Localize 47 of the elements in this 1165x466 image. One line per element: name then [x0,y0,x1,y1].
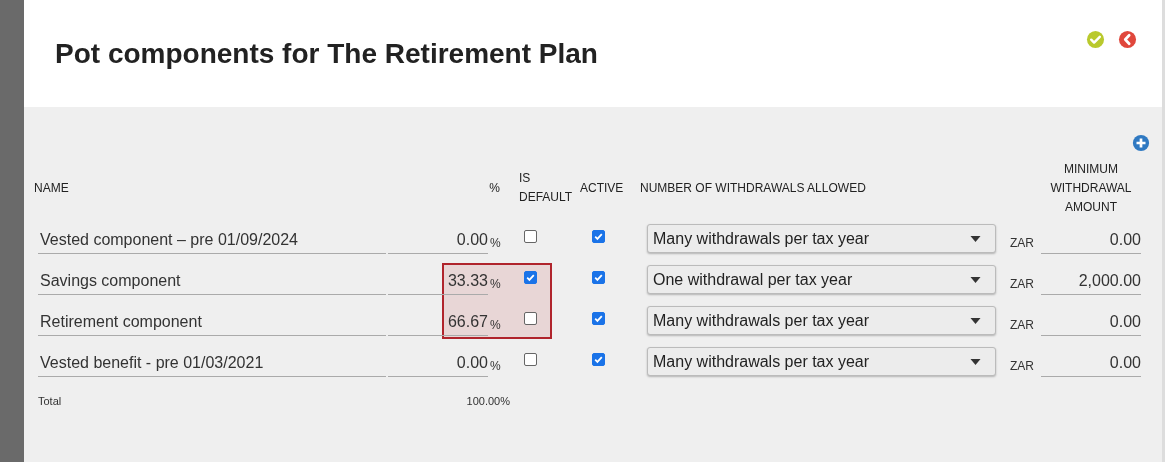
withdrawals-dropdown[interactable]: Many withdrawals per tax year [647,224,996,253]
column-header: IS DEFAULT [519,170,574,206]
amount-field[interactable]: 0.00 [1041,227,1141,254]
active-checkbox[interactable] [592,271,605,284]
amount-field[interactable]: 0.00 [1041,350,1141,377]
page-title: Pot components for The Retirement Plan [55,38,598,71]
percent-sign: % [490,235,500,250]
active-checkbox[interactable] [592,230,605,243]
currency-label: ZAR [1010,317,1034,332]
column-header: MINIMUM WITHDRAWAL AMOUNT [1049,160,1133,216]
column-header: ACTIVE [580,179,625,197]
amount-field[interactable]: 2,000.00 [1041,268,1141,295]
percent-field[interactable]: 66.67 [388,309,488,336]
amount-field[interactable]: 0.00 [1041,309,1141,336]
withdrawals-dropdown[interactable]: Many withdrawals per tax year [647,306,996,335]
active-checkbox[interactable] [592,353,605,366]
percent-sign: % [490,358,500,373]
withdrawals-dropdown[interactable]: Many withdrawals per tax year [647,347,996,376]
name-field[interactable]: Vested component – pre 01/09/2024 [38,227,386,254]
default-checkbox[interactable] [524,312,537,325]
name-field[interactable]: Vested benefit - pre 01/03/2021 [38,350,386,377]
caret-icon [970,276,981,283]
currency-label: ZAR [1010,358,1034,373]
column-header: % [489,179,500,197]
default-checkbox[interactable] [524,230,537,243]
default-checkbox[interactable] [524,271,537,284]
withdrawals-dropdown[interactable]: One withdrawal per tax year [647,265,996,294]
total-value: 100.00% [466,395,510,407]
caret-icon [970,358,981,365]
caret-icon [970,317,981,324]
active-checkbox[interactable] [592,312,605,325]
percent-field[interactable]: 0.00 [388,350,488,377]
percent-sign: % [490,317,500,332]
default-checkbox[interactable] [524,353,537,366]
total-label: Total [38,395,63,407]
name-field[interactable]: Retirement component [38,309,386,336]
percent-field[interactable]: 33.33 [388,268,488,295]
currency-label: ZAR [1010,235,1034,250]
caret-icon [970,235,981,242]
name-field[interactable]: Savings component [38,268,386,295]
percent-field[interactable]: 0.00 [388,227,488,254]
currency-label: ZAR [1010,276,1034,291]
percent-sign: % [490,276,500,291]
column-header: NUMBER OF WITHDRAWALS ALLOWED [640,179,867,197]
add-icon[interactable] [1132,134,1150,152]
back-icon[interactable] [1118,30,1137,49]
column-header: NAME [34,179,70,197]
